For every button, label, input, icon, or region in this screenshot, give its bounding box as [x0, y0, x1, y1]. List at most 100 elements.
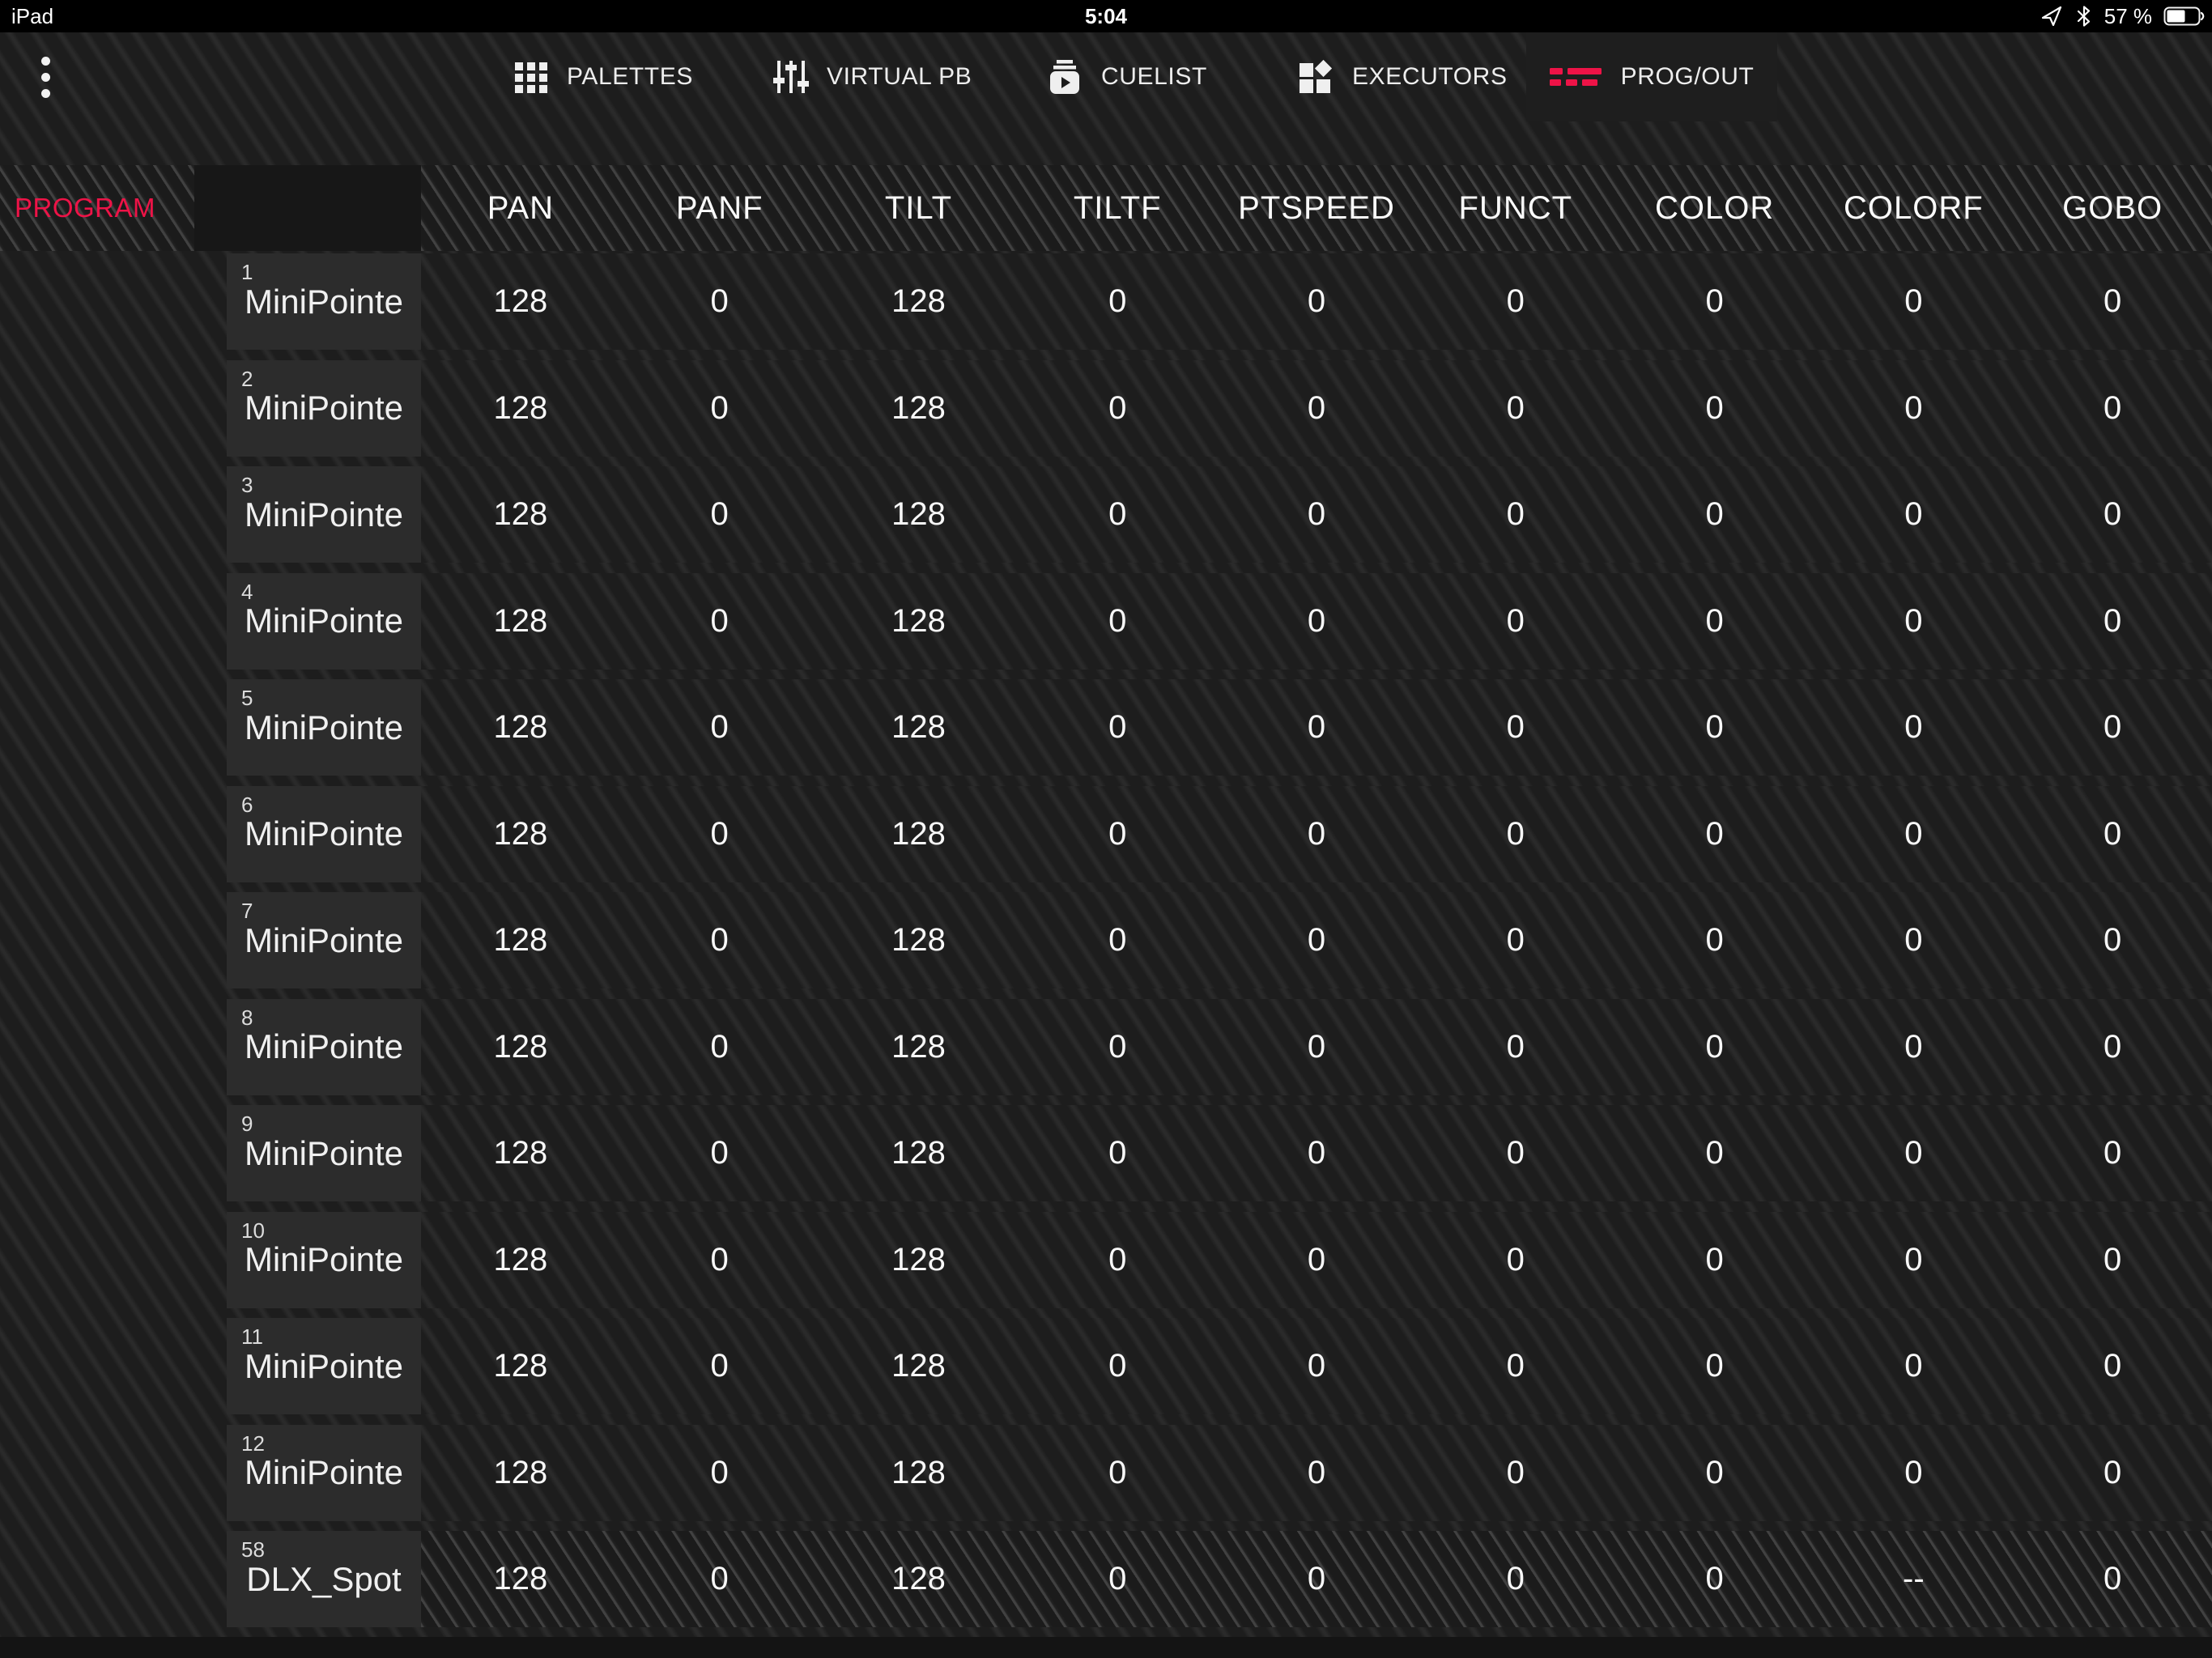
param-value-gobo[interactable]: 0	[2013, 892, 2212, 988]
param-value-color[interactable]: 0	[1615, 679, 1814, 776]
param-value-pan[interactable]: 128	[421, 1425, 620, 1521]
param-value-color[interactable]: 0	[1615, 253, 1814, 350]
param-value-pan[interactable]: 128	[421, 1105, 620, 1201]
param-value-color[interactable]: 0	[1615, 1105, 1814, 1201]
fixture-cell[interactable]: 4MiniPointe	[227, 573, 421, 670]
param-value-tilt[interactable]: 128	[819, 1212, 1019, 1308]
param-value-pan[interactable]: 128	[421, 679, 620, 776]
param-value-tilt[interactable]: 128	[819, 892, 1019, 988]
param-value-tiltf[interactable]: 0	[1018, 1105, 1217, 1201]
param-value-tilt[interactable]: 128	[819, 253, 1019, 350]
param-value-tilt[interactable]: 128	[819, 360, 1019, 457]
param-value-tiltf[interactable]: 0	[1018, 253, 1217, 350]
tab-executors[interactable]: EXECUTORS	[1297, 32, 1508, 121]
param-value-funct[interactable]: 0	[1416, 679, 1615, 776]
param-value-panf[interactable]: 0	[620, 1212, 819, 1308]
fixture-cell[interactable]: 58DLX_Spot	[227, 1531, 421, 1627]
fixture-cell[interactable]: 6MiniPointe	[227, 786, 421, 882]
param-value-colorf[interactable]: 0	[1814, 1318, 2013, 1414]
param-value-tiltf[interactable]: 0	[1018, 786, 1217, 882]
fixture-cell[interactable]: 9MiniPointe	[227, 1105, 421, 1201]
param-value-colorf[interactable]: 0	[1814, 679, 2013, 776]
param-value-gobo[interactable]: 0	[2013, 1425, 2212, 1521]
param-value-ptspeed[interactable]: 0	[1217, 1105, 1416, 1201]
param-value-pan[interactable]: 128	[421, 253, 620, 350]
param-value-gobo[interactable]: 0	[2013, 786, 2212, 882]
tab-cuelist[interactable]: CUELIST	[1046, 32, 1207, 121]
param-value-colorf[interactable]: 0	[1814, 999, 2013, 1095]
tab-palettes[interactable]: PALETTES	[513, 32, 693, 121]
param-value-gobo[interactable]: 0	[2013, 679, 2212, 776]
param-value-tiltf[interactable]: 0	[1018, 466, 1217, 563]
param-value-tiltf[interactable]: 0	[1018, 892, 1217, 988]
param-value-color[interactable]: 0	[1615, 573, 1814, 670]
param-value-funct[interactable]: 0	[1416, 1212, 1615, 1308]
fixture-cell[interactable]: 10MiniPointe	[227, 1212, 421, 1308]
param-value-panf[interactable]: 0	[620, 1105, 819, 1201]
param-value-ptspeed[interactable]: 0	[1217, 253, 1416, 350]
param-value-tiltf[interactable]: 0	[1018, 1212, 1217, 1308]
param-value-pan[interactable]: 128	[421, 573, 620, 670]
param-value-tiltf[interactable]: 0	[1018, 573, 1217, 670]
param-value-tilt[interactable]: 128	[819, 1425, 1019, 1521]
param-value-color[interactable]: 0	[1615, 999, 1814, 1095]
fixture-cell[interactable]: 8MiniPointe	[227, 999, 421, 1095]
fixture-cell[interactable]: 2MiniPointe	[227, 360, 421, 457]
param-value-pan[interactable]: 128	[421, 892, 620, 988]
param-value-panf[interactable]: 0	[620, 253, 819, 350]
param-value-tiltf[interactable]: 0	[1018, 679, 1217, 776]
param-value-funct[interactable]: 0	[1416, 1105, 1615, 1201]
param-value-tilt[interactable]: 128	[819, 1531, 1019, 1627]
param-value-color[interactable]: 0	[1615, 1318, 1814, 1414]
param-value-colorf[interactable]: 0	[1814, 1425, 2013, 1521]
param-value-pan[interactable]: 128	[421, 1318, 620, 1414]
param-value-funct[interactable]: 0	[1416, 1531, 1615, 1627]
param-value-tiltf[interactable]: 0	[1018, 1531, 1217, 1627]
param-value-ptspeed[interactable]: 0	[1217, 1425, 1416, 1521]
param-value-ptspeed[interactable]: 0	[1217, 360, 1416, 457]
tab-prog-out[interactable]: PROG/OUT	[1526, 32, 1777, 121]
param-value-gobo[interactable]: 0	[2013, 1318, 2212, 1414]
param-value-gobo[interactable]: 0	[2013, 573, 2212, 670]
param-value-funct[interactable]: 0	[1416, 999, 1615, 1095]
param-value-funct[interactable]: 0	[1416, 466, 1615, 563]
param-value-pan[interactable]: 128	[421, 360, 620, 457]
param-value-ptspeed[interactable]: 0	[1217, 466, 1416, 563]
param-value-gobo[interactable]: 0	[2013, 466, 2212, 563]
param-value-funct[interactable]: 0	[1416, 1318, 1615, 1414]
param-value-tilt[interactable]: 128	[819, 466, 1019, 563]
param-value-panf[interactable]: 0	[620, 1531, 819, 1627]
param-value-colorf[interactable]: 0	[1814, 573, 2013, 670]
param-value-pan[interactable]: 128	[421, 1212, 620, 1308]
param-value-ptspeed[interactable]: 0	[1217, 679, 1416, 776]
param-value-ptspeed[interactable]: 0	[1217, 999, 1416, 1095]
fixture-cell[interactable]: 12MiniPointe	[227, 1425, 421, 1521]
param-value-colorf[interactable]: 0	[1814, 360, 2013, 457]
param-value-tiltf[interactable]: 0	[1018, 1318, 1217, 1414]
param-value-color[interactable]: 0	[1615, 1425, 1814, 1521]
param-value-panf[interactable]: 0	[620, 892, 819, 988]
param-value-tilt[interactable]: 128	[819, 786, 1019, 882]
fixture-cell[interactable]: 7MiniPointe	[227, 892, 421, 988]
param-value-ptspeed[interactable]: 0	[1217, 1531, 1416, 1627]
param-value-colorf[interactable]: 0	[1814, 466, 2013, 563]
param-value-color[interactable]: 0	[1615, 1531, 1814, 1627]
param-value-gobo[interactable]: 0	[2013, 360, 2212, 457]
param-value-ptspeed[interactable]: 0	[1217, 1318, 1416, 1414]
param-value-colorf[interactable]: 0	[1814, 786, 2013, 882]
fixture-cell[interactable]: 3MiniPointe	[227, 466, 421, 563]
param-value-ptspeed[interactable]: 0	[1217, 892, 1416, 988]
param-value-panf[interactable]: 0	[620, 360, 819, 457]
param-value-color[interactable]: 0	[1615, 892, 1814, 988]
param-value-tilt[interactable]: 128	[819, 999, 1019, 1095]
kebab-menu-button[interactable]	[29, 32, 62, 121]
param-value-colorf[interactable]: 0	[1814, 253, 2013, 350]
param-value-panf[interactable]: 0	[620, 1425, 819, 1521]
param-value-gobo[interactable]: 0	[2013, 253, 2212, 350]
param-value-color[interactable]: 0	[1615, 786, 1814, 882]
param-value-color[interactable]: 0	[1615, 1212, 1814, 1308]
param-value-panf[interactable]: 0	[620, 573, 819, 670]
param-value-panf[interactable]: 0	[620, 679, 819, 776]
param-value-color[interactable]: 0	[1615, 360, 1814, 457]
param-value-pan[interactable]: 128	[421, 1531, 620, 1627]
